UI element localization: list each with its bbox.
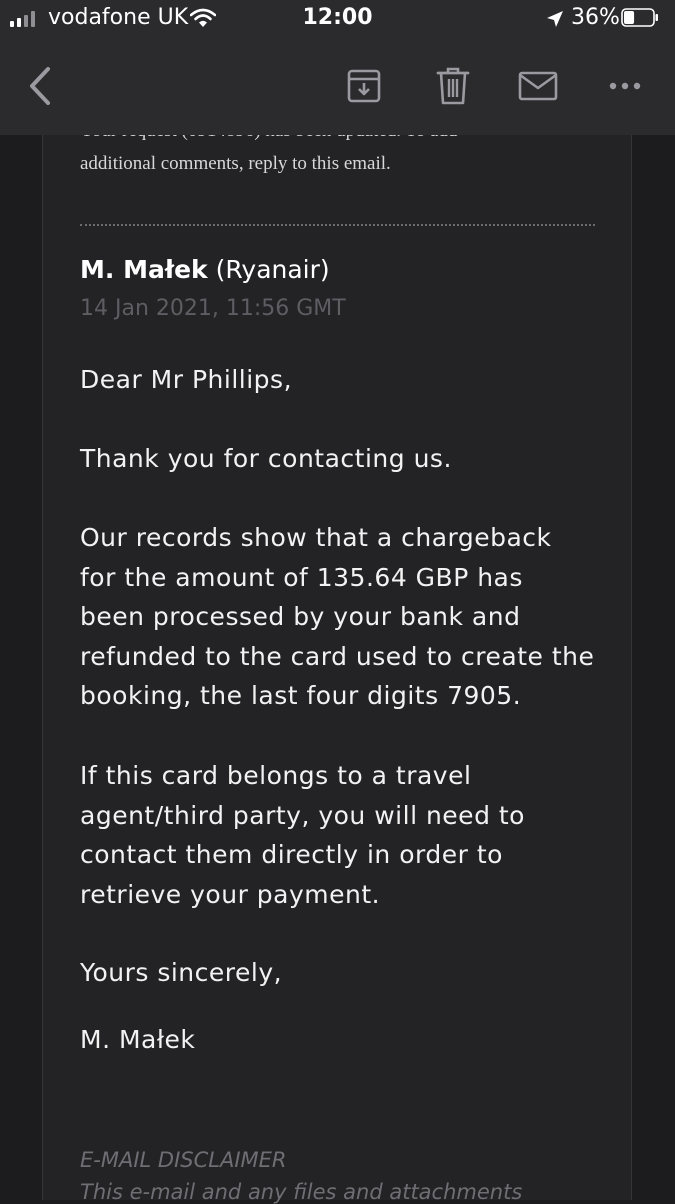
- divider: [80, 224, 595, 226]
- battery-icon: [621, 8, 658, 27]
- closing: Yours sincerely,: [80, 958, 283, 987]
- mail-button[interactable]: [516, 62, 560, 110]
- back-button[interactable]: [22, 62, 56, 110]
- archive-button[interactable]: [342, 62, 386, 110]
- delete-button[interactable]: [433, 62, 473, 110]
- disclaimer-title: E-MAIL DISCLAIMER: [80, 1148, 287, 1172]
- paragraph-third-party: If this card belongs to a travel agent/t…: [80, 756, 525, 914]
- sent-date: 14 Jan 2021, 11:56 GMT: [80, 296, 346, 321]
- sender: M. Małek (Ryanair): [80, 255, 330, 284]
- top-bar: vodafone UK 12:00 36%: [0, 0, 675, 135]
- disclaimer-text: This e-mail and any files and attachment…: [80, 1180, 523, 1204]
- paragraph-line: agent/third party, you will need to: [80, 800, 525, 830]
- chevron-left-icon: [30, 67, 50, 105]
- more-button[interactable]: [603, 62, 647, 110]
- signature: M. Małek: [80, 1025, 196, 1054]
- sender-org: (Ryanair): [215, 255, 330, 284]
- paragraph-line: If this card belongs to a travel: [80, 761, 472, 790]
- envelope-icon: [518, 71, 558, 101]
- status-bar: vodafone UK 12:00 36%: [0, 0, 675, 38]
- paragraph-thanks: Thank you for contacting us.: [80, 444, 452, 473]
- battery-percent: 36%: [571, 5, 620, 30]
- greeting: Dear Mr Phillips,: [80, 365, 293, 394]
- paragraph-line: contact them directly in order to: [80, 840, 503, 869]
- paragraph-line: for the amount of 135.64 GBP has: [80, 562, 523, 592]
- paragraph-line: booking, the last four digits 7905.: [80, 681, 522, 710]
- quoted-header-line: additional comments, reply to this email…: [80, 153, 391, 174]
- archive-icon: [347, 69, 381, 103]
- location-arrow-icon: [547, 11, 563, 27]
- paragraph-line: Our records show that a chargeback: [80, 523, 552, 552]
- sender-name: M. Małek: [80, 255, 208, 284]
- paragraph-chargeback: Our records show that a chargeback for t…: [80, 518, 594, 716]
- paragraph-line: retrieve your payment.: [80, 879, 381, 909]
- trash-icon: [436, 67, 470, 105]
- paragraph-line: refunded to the card used to create the: [80, 641, 595, 671]
- more-icon: [609, 82, 641, 90]
- paragraph-line: been processed by your bank and: [80, 602, 521, 631]
